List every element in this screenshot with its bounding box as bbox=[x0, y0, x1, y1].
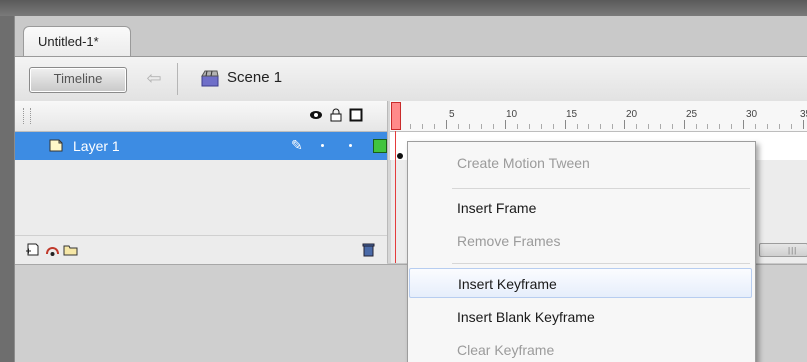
ruler-tick bbox=[755, 124, 756, 129]
keyframe-marker[interactable] bbox=[397, 153, 403, 159]
ruler-label: 30 bbox=[746, 109, 758, 120]
back-arrow-icon[interactable]: ⇦ bbox=[143, 65, 165, 91]
ruler-tick bbox=[612, 124, 614, 129]
layer-name: Layer 1 bbox=[73, 138, 120, 154]
ruler-tick bbox=[517, 124, 518, 129]
ruler-tick bbox=[552, 124, 554, 129]
ruler-tick bbox=[600, 124, 602, 129]
menu-separator bbox=[452, 263, 750, 264]
menu-item-clear-keyframe[interactable]: Clear Keyframe bbox=[409, 335, 752, 362]
ruler-tick bbox=[481, 124, 483, 129]
ruler-tick bbox=[457, 124, 459, 129]
ruler-tick bbox=[778, 124, 780, 129]
scene-label[interactable]: Scene 1 bbox=[227, 67, 282, 89]
ruler-tick bbox=[647, 124, 649, 129]
ruler-tick bbox=[659, 124, 661, 129]
context-menu: Create Motion Tween Insert Frame Remove … bbox=[407, 141, 756, 362]
ruler-tick bbox=[469, 124, 471, 129]
flash-window: Untitled-1* Timeline ⇦ Scene 1 Layer 1 ✎… bbox=[0, 0, 807, 362]
ruler-tick bbox=[445, 120, 447, 129]
lock-dot[interactable] bbox=[349, 144, 352, 147]
ruler-tick bbox=[624, 120, 626, 129]
ruler-label: 15 bbox=[566, 109, 578, 120]
frame-ruler[interactable]: 5 10 15 20 25 30 35 bbox=[390, 101, 807, 132]
new-folder-icon[interactable] bbox=[63, 242, 78, 257]
ruler-label: 20 bbox=[626, 109, 638, 120]
layer-row[interactable]: Layer 1 ✎ bbox=[15, 132, 387, 160]
ruler-tick bbox=[802, 120, 804, 129]
timeline-horizontal-scrollbar[interactable]: ||| bbox=[759, 243, 807, 257]
ruler-tick bbox=[790, 124, 792, 129]
menu-separator bbox=[452, 188, 750, 189]
toolbar-separator bbox=[177, 63, 178, 95]
ruler-tick bbox=[743, 120, 745, 129]
window-top-bar bbox=[0, 0, 807, 16]
ruler-tick bbox=[671, 124, 673, 129]
menu-item-insert-blank-keyframe[interactable]: Insert Blank Keyframe bbox=[409, 302, 752, 332]
ruler-tick bbox=[505, 120, 507, 129]
ruler-tick bbox=[528, 124, 530, 129]
ruler-tick bbox=[719, 124, 721, 129]
ruler-tick bbox=[695, 124, 697, 129]
new-layer-icon[interactable] bbox=[25, 242, 40, 257]
layer-header bbox=[15, 101, 387, 132]
document-tab[interactable]: Untitled-1* bbox=[23, 26, 131, 56]
ruler-tick bbox=[576, 124, 578, 129]
ruler-tick bbox=[433, 124, 435, 129]
edit-bar: Timeline ⇦ Scene 1 bbox=[15, 56, 807, 102]
layer-outline-color[interactable] bbox=[373, 139, 387, 153]
ruler-tick bbox=[564, 120, 566, 129]
ruler-tick bbox=[493, 124, 495, 129]
eye-icon[interactable] bbox=[309, 108, 323, 122]
ruler-tick bbox=[636, 124, 637, 129]
panel-grip[interactable] bbox=[23, 108, 31, 124]
motion-guide-icon[interactable] bbox=[45, 242, 60, 257]
ruler-label: 25 bbox=[686, 109, 698, 120]
scene-clapper-icon bbox=[201, 70, 219, 87]
layer-footer bbox=[15, 235, 387, 264]
scrollbar-grip-icon: ||| bbox=[788, 246, 798, 255]
trash-icon[interactable] bbox=[361, 242, 376, 257]
document-tab-title: Untitled-1* bbox=[38, 34, 99, 49]
outline-square-icon[interactable] bbox=[349, 108, 363, 122]
pencil-icon: ✎ bbox=[291, 137, 303, 153]
layer-page-icon bbox=[49, 139, 63, 152]
menu-item-remove-frames[interactable]: Remove Frames bbox=[409, 226, 752, 256]
ruler-label: 5 bbox=[449, 109, 455, 120]
ruler-label: 10 bbox=[506, 109, 518, 120]
menu-item-insert-frame[interactable]: Insert Frame bbox=[409, 193, 752, 223]
ruler-tick bbox=[707, 124, 709, 129]
visibility-dot[interactable] bbox=[321, 144, 324, 147]
ruler-tick bbox=[409, 124, 411, 129]
playhead[interactable] bbox=[391, 102, 401, 130]
lock-icon[interactable] bbox=[329, 108, 343, 122]
playhead-line bbox=[395, 131, 396, 263]
menu-item-insert-keyframe[interactable]: Insert Keyframe bbox=[409, 268, 752, 298]
ruler-tick bbox=[766, 124, 768, 129]
menu-item-create-motion-tween[interactable]: Create Motion Tween bbox=[409, 148, 752, 178]
timeline-button[interactable]: Timeline bbox=[29, 67, 127, 93]
ruler-tick bbox=[683, 120, 685, 129]
ruler-tick bbox=[421, 124, 423, 129]
ruler-label: 35 bbox=[800, 109, 807, 120]
ruler-tick bbox=[731, 124, 733, 129]
ruler-tick bbox=[588, 124, 590, 129]
ruler-tick bbox=[540, 124, 542, 129]
